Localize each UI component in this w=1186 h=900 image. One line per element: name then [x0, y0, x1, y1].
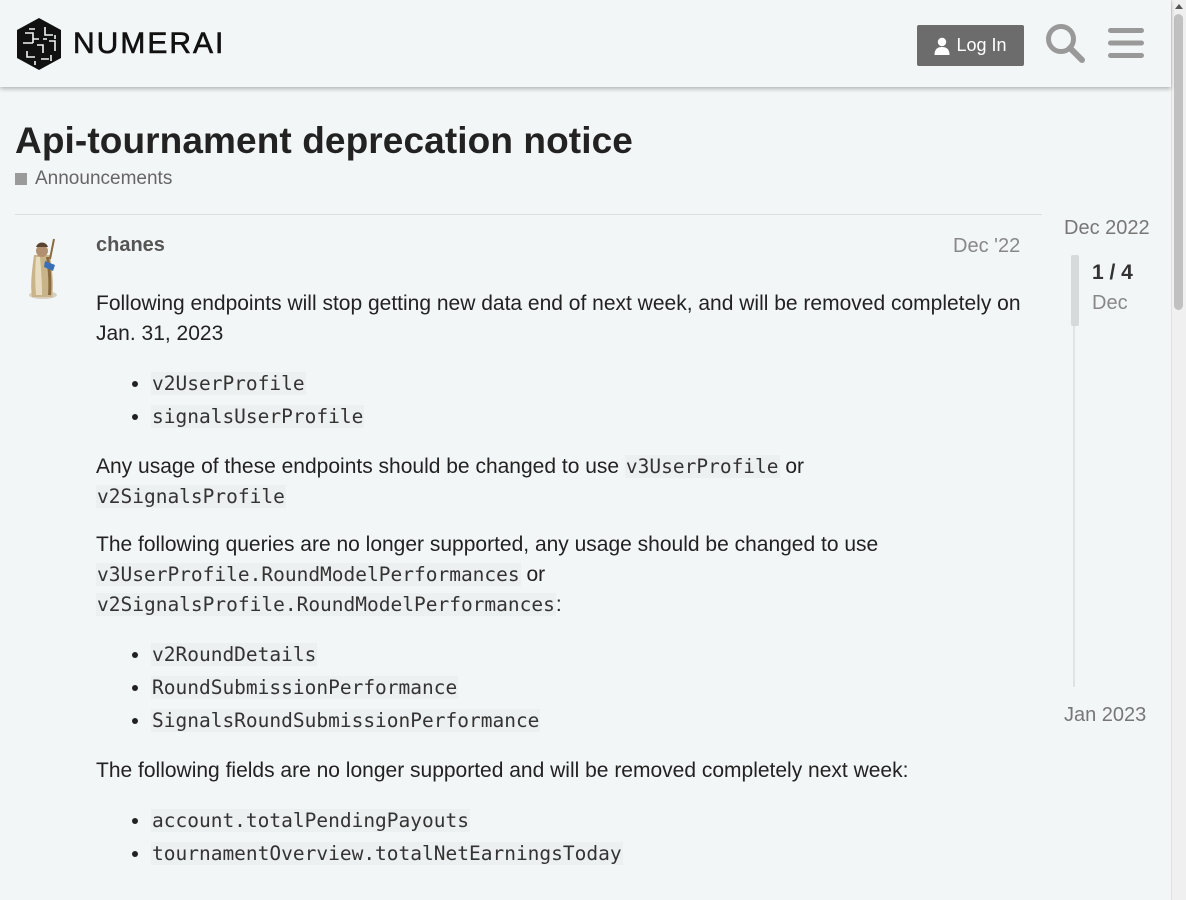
- category-color-swatch: [15, 173, 27, 185]
- timeline-end-date[interactable]: Jan 2023: [1064, 704, 1146, 727]
- post-author[interactable]: chanes: [96, 234, 165, 257]
- code-snippet: v2RoundDetails: [151, 643, 318, 666]
- list-item: SignalsRoundSubmissionPerformance: [151, 704, 1031, 737]
- page-scrollbar[interactable]: [1171, 0, 1186, 900]
- post-body: Following endpoints will stop getting ne…: [96, 289, 1031, 889]
- brand-name: NUMERAI: [73, 27, 226, 61]
- post-paragraph: The following queries are no longer supp…: [96, 530, 1031, 620]
- code-snippet: v2SignalsProfile: [96, 485, 286, 508]
- search-icon[interactable]: [1044, 22, 1086, 64]
- category-badge[interactable]: Announcements: [15, 168, 172, 190]
- paragraph-text: or: [520, 563, 546, 586]
- post-paragraph: Following endpoints will stop getting ne…: [96, 292, 1021, 345]
- list-item: tournamentOverview.totalNetEarningsToday: [151, 837, 1031, 870]
- login-label: Log In: [956, 35, 1007, 55]
- list-item: v2RoundDetails: [151, 638, 1031, 671]
- unsupported-queries-list: v2RoundDetails RoundSubmissionPerformanc…: [96, 638, 1031, 737]
- topic-divider: [15, 214, 1042, 215]
- list-item: account.totalPendingPayouts: [151, 804, 1031, 837]
- scroll-up-arrow-icon[interactable]: [1175, 4, 1183, 9]
- code-snippet: v2UserProfile: [151, 372, 306, 395]
- code-snippet: account.totalPendingPayouts: [151, 809, 470, 832]
- list-item: RoundSubmissionPerformance: [151, 671, 1031, 704]
- code-snippet: signalsUserProfile: [151, 405, 365, 428]
- unsupported-fields-list: account.totalPendingPayouts tournamentOv…: [96, 804, 1031, 870]
- code-snippet: tournamentOverview.totalNetEarningsToday: [151, 842, 623, 865]
- paragraph-text: or: [779, 455, 805, 478]
- code-snippet: v2SignalsProfile.RoundModelPerformances: [96, 593, 556, 616]
- list-item: v2UserProfile: [151, 367, 1031, 400]
- paragraph-text: :: [555, 593, 562, 616]
- paragraph-text: The following queries are no longer supp…: [96, 533, 879, 556]
- timeline-position: 1 / 4: [1092, 261, 1133, 284]
- hamburger-menu-icon[interactable]: [1107, 25, 1145, 61]
- timeline-start-date[interactable]: Dec 2022: [1064, 217, 1150, 240]
- site-header: NUMERAI Log In: [0, 0, 1171, 87]
- timeline-handle[interactable]: [1071, 255, 1079, 326]
- topic-title[interactable]: Api-tournament deprecation notice: [15, 120, 633, 162]
- code-snippet: v3UserProfile.RoundModelPerformances: [96, 563, 521, 586]
- code-snippet: RoundSubmissionPerformance: [151, 676, 459, 699]
- post-paragraph: The following fields are no longer suppo…: [96, 759, 909, 782]
- paragraph-text: Any usage of these endpoints should be c…: [96, 455, 625, 478]
- deprecated-endpoints-list: v2UserProfile signalsUserProfile: [96, 367, 1031, 433]
- numerai-logo-icon: [17, 18, 61, 70]
- post-date[interactable]: Dec '22: [953, 235, 1020, 258]
- scrollbar-thumb[interactable]: [1174, 14, 1183, 310]
- avatar[interactable]: [20, 235, 66, 301]
- list-item: signalsUserProfile: [151, 400, 1031, 433]
- code-snippet: v3UserProfile: [624, 455, 780, 478]
- category-label: Announcements: [35, 168, 173, 189]
- site-logo[interactable]: NUMERAI: [15, 17, 225, 71]
- user-icon: [934, 37, 950, 55]
- code-snippet: SignalsRoundSubmissionPerformance: [151, 709, 541, 732]
- post-paragraph: Any usage of these endpoints should be c…: [96, 452, 1031, 512]
- timeline-position-date: Dec: [1092, 292, 1128, 314]
- login-button[interactable]: Log In: [917, 25, 1024, 66]
